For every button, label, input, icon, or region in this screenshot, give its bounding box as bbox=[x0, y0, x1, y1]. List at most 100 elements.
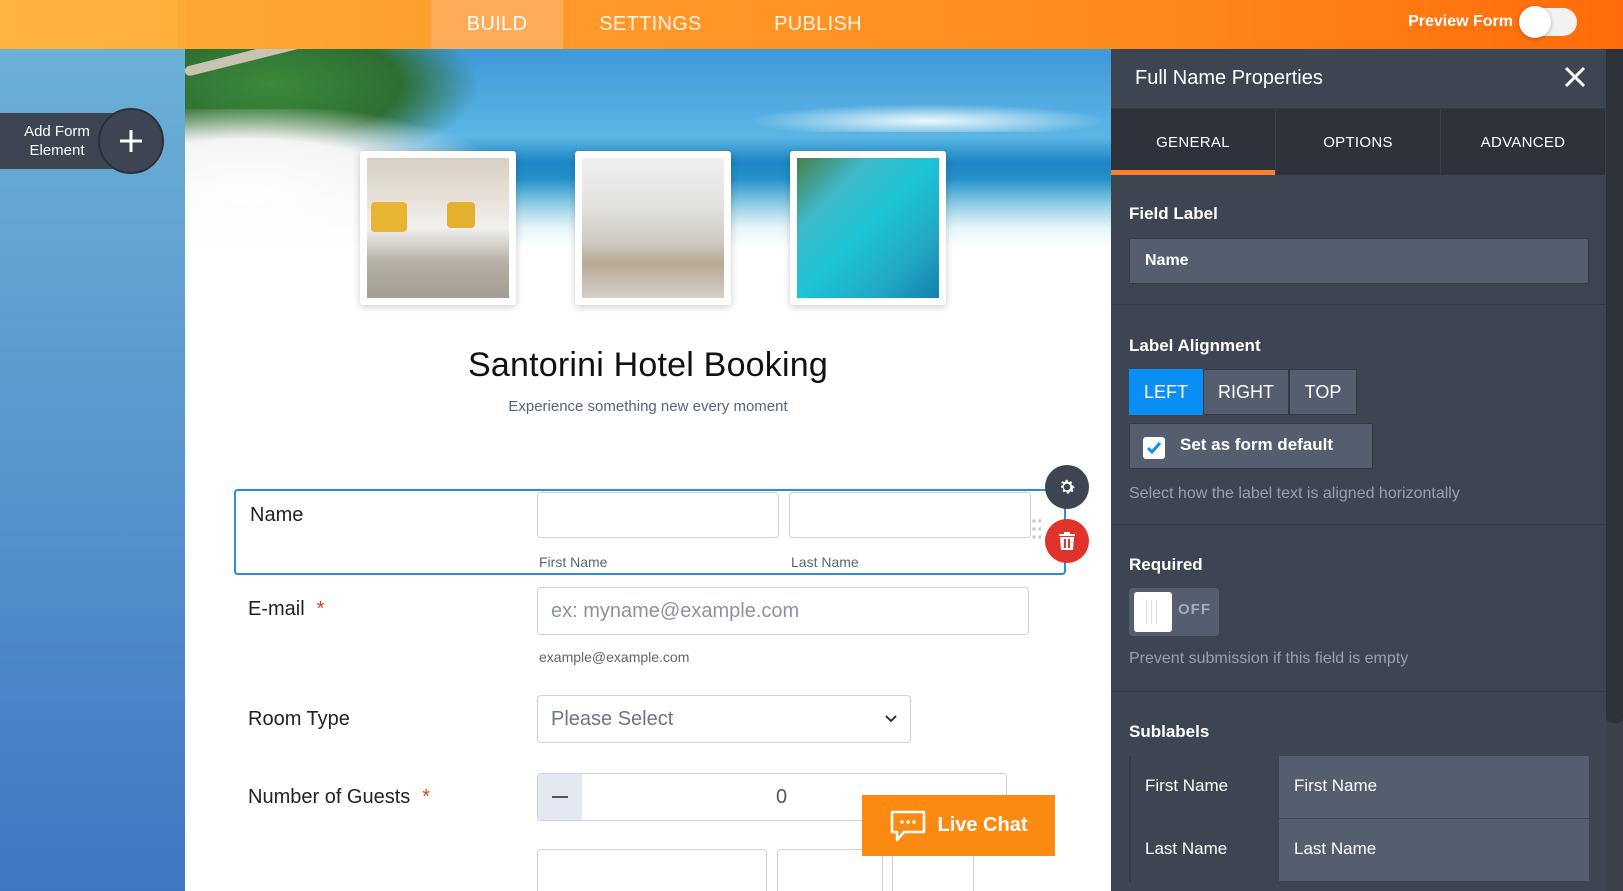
form-canvas: Santorini Hotel Booking Experience somet… bbox=[185, 49, 1111, 891]
logo-area bbox=[0, 0, 178, 49]
panel-title: Full Name Properties bbox=[1135, 67, 1323, 89]
toggle-knob bbox=[1519, 6, 1551, 38]
decrement-button[interactable] bbox=[538, 774, 582, 820]
field-email[interactable]: E-mail * ex: myname@example.com example@e… bbox=[234, 587, 1066, 677]
email-label[interactable]: E-mail * bbox=[248, 598, 324, 621]
chat-bubble-icon bbox=[891, 810, 926, 841]
section-field-label: Field Label Name bbox=[1111, 175, 1606, 305]
align-top-button[interactable]: TOP bbox=[1289, 369, 1357, 415]
tab-general[interactable]: GENERAL bbox=[1111, 109, 1276, 175]
form-title[interactable]: Santorini Hotel Booking bbox=[185, 346, 1111, 385]
section-label-alignment: Label Alignment LEFT RIGHT TOP Set as fo… bbox=[1111, 305, 1606, 525]
room-image bbox=[367, 158, 509, 298]
first-name-input[interactable] bbox=[537, 492, 779, 538]
tab-advanced[interactable]: ADVANCED bbox=[1441, 109, 1606, 175]
header-photo-room bbox=[360, 151, 516, 305]
bedroom-image bbox=[582, 158, 724, 298]
close-panel-button[interactable] bbox=[1564, 66, 1586, 93]
label-alignment-title: Label Alignment bbox=[1129, 336, 1261, 355]
room-type-selected: Please Select bbox=[551, 708, 674, 730]
header-photo-resort bbox=[790, 151, 946, 305]
tab-settings[interactable]: SETTINGS bbox=[563, 0, 738, 49]
last-name-input[interactable] bbox=[789, 492, 1031, 538]
trash-icon bbox=[1059, 532, 1075, 550]
header-photo-bedroom bbox=[575, 151, 731, 305]
canvas-background bbox=[0, 49, 185, 891]
panel-tabs: GENERAL OPTIONS ADVANCED bbox=[1111, 109, 1606, 175]
drag-handle-icon[interactable] bbox=[1031, 517, 1041, 541]
sublabel-row: Last Name Last Name bbox=[1129, 819, 1589, 882]
panel-scrollbar-thumb[interactable] bbox=[1606, 49, 1623, 723]
banner-clouds bbox=[745, 104, 1111, 132]
close-icon bbox=[1564, 66, 1586, 88]
set-default-label: Set as form default bbox=[1180, 435, 1334, 454]
name-label[interactable]: Name bbox=[250, 504, 303, 527]
minus-icon bbox=[552, 796, 568, 798]
tab-options[interactable]: OPTIONS bbox=[1276, 109, 1441, 175]
field-label-input[interactable]: Name bbox=[1129, 238, 1589, 284]
email-placeholder: ex: myname@example.com bbox=[551, 600, 800, 622]
required-toggle[interactable]: OFF bbox=[1129, 588, 1219, 636]
field-settings-button[interactable] bbox=[1045, 465, 1089, 509]
sublabel-key: Last Name bbox=[1129, 819, 1279, 882]
set-default-checkbox[interactable] bbox=[1143, 437, 1165, 459]
sublabel-key: First Name bbox=[1129, 756, 1279, 819]
sublabels-table: First Name First Name Last Name Last Nam… bbox=[1129, 756, 1589, 882]
required-asterisk: * bbox=[316, 598, 325, 620]
sublabel-row: First Name First Name bbox=[1129, 756, 1589, 819]
label-alignment-hint: Select how the label text is aligned hor… bbox=[1129, 485, 1460, 502]
sublabel-value-input[interactable]: First Name bbox=[1294, 776, 1377, 796]
next-field-input-1[interactable] bbox=[537, 849, 767, 891]
room-type-select[interactable]: Please Select bbox=[537, 695, 911, 743]
resort-image bbox=[797, 158, 939, 298]
last-name-sublabel: Last Name bbox=[791, 554, 859, 570]
required-hint: Prevent submission if this field is empt… bbox=[1129, 650, 1409, 667]
top-bar: BUILD SETTINGS PUBLISH Preview Form bbox=[0, 0, 1623, 49]
sublabels-title: Sublabels bbox=[1129, 722, 1210, 741]
sublabel-key-text: First Name bbox=[1145, 776, 1229, 795]
preview-form-toggle[interactable] bbox=[1519, 6, 1577, 38]
email-sublabel: example@example.com bbox=[539, 649, 690, 665]
guests-label[interactable]: Number of Guests * bbox=[248, 786, 430, 809]
field-room-type[interactable]: Room Type Please Select bbox=[234, 695, 1066, 745]
email-input[interactable]: ex: myname@example.com bbox=[537, 587, 1029, 635]
align-right-button[interactable]: RIGHT bbox=[1203, 369, 1289, 415]
required-title: Required bbox=[1129, 555, 1203, 574]
panel-header: Full Name Properties bbox=[1111, 49, 1606, 109]
field-label-value: Name bbox=[1145, 252, 1189, 269]
properties-panel: Full Name Properties GENERAL OPTIONS ADV… bbox=[1111, 49, 1606, 891]
guests-label-text: Number of Guests bbox=[248, 786, 411, 808]
sublabel-value-input[interactable]: Last Name bbox=[1294, 839, 1376, 859]
sublabel-key-text: Last Name bbox=[1145, 839, 1228, 858]
room-type-label[interactable]: Room Type bbox=[248, 708, 350, 731]
field-label-title: Field Label bbox=[1129, 204, 1218, 223]
email-label-text: E-mail bbox=[248, 598, 305, 620]
section-required: Required OFF Prevent submission if this … bbox=[1111, 525, 1606, 692]
live-chat-button[interactable]: Live Chat bbox=[862, 795, 1055, 856]
form-subtitle[interactable]: Experience something new every moment bbox=[185, 398, 1111, 415]
add-element-circle[interactable] bbox=[98, 108, 164, 174]
preview-form-label: Preview Form bbox=[1408, 13, 1513, 30]
plus-icon bbox=[120, 130, 142, 152]
toggle-knob bbox=[1134, 592, 1172, 632]
tab-build[interactable]: BUILD bbox=[431, 0, 563, 49]
tab-publish[interactable]: PUBLISH bbox=[738, 0, 898, 49]
required-asterisk: * bbox=[422, 786, 431, 808]
preview-form-control: Preview Form bbox=[1408, 6, 1577, 38]
set-form-default-option[interactable]: Set as form default bbox=[1129, 423, 1373, 469]
add-element-label: Add Form Element bbox=[24, 123, 90, 159]
delete-field-button[interactable] bbox=[1045, 519, 1089, 563]
gear-icon bbox=[1061, 479, 1075, 494]
checkmark-icon bbox=[1146, 442, 1162, 455]
chevron-down-icon bbox=[885, 715, 897, 723]
required-state: OFF bbox=[1178, 601, 1211, 618]
first-name-sublabel: First Name bbox=[539, 554, 608, 570]
live-chat-label: Live Chat bbox=[937, 814, 1028, 836]
align-left-button[interactable]: LEFT bbox=[1129, 369, 1203, 415]
main-nav: BUILD SETTINGS PUBLISH bbox=[431, 0, 898, 49]
guests-value[interactable]: 0 bbox=[776, 786, 787, 809]
add-form-element-button[interactable]: Add Form Element bbox=[0, 108, 168, 174]
label-alignment-group: LEFT RIGHT TOP bbox=[1129, 369, 1357, 415]
field-full-name[interactable]: Name First Name Last Name bbox=[234, 489, 1066, 575]
section-sublabels: Sublabels First Name First Name Last Nam… bbox=[1111, 692, 1606, 891]
